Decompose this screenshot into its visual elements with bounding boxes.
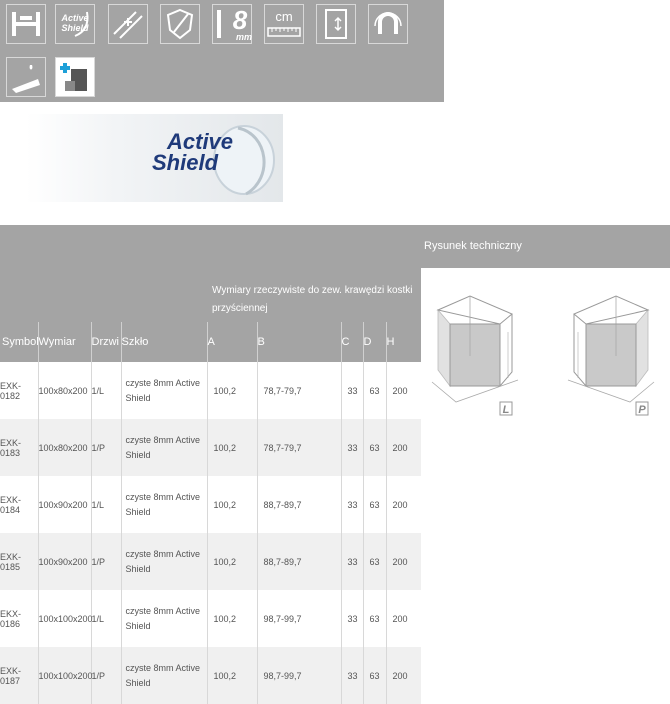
- logo-text-line2: Shield: [152, 150, 219, 175]
- cell-h: 200: [385, 590, 422, 647]
- cell-a: 100,2: [206, 419, 257, 476]
- cell-wymiar: 100x90x200: [37, 476, 91, 533]
- cell-wymiar: 100x80x200: [37, 419, 91, 476]
- cell-szklo: czyste 8mm Active Shield: [120, 533, 207, 590]
- drawing-right-tag: P: [638, 404, 646, 416]
- cell-drzwi: 1/L: [90, 362, 121, 419]
- cell-szklo: czyste 8mm Active Shield: [120, 476, 207, 533]
- cell-szklo: czyste 8mm Active Shield: [120, 647, 207, 704]
- table-row: EXK-0185 100x90x200 1/P czyste 8mm Activ…: [0, 533, 422, 590]
- cell-drzwi: 1/L: [90, 476, 121, 533]
- cell-h: 200: [385, 362, 422, 419]
- col-a: A: [206, 322, 257, 362]
- door-icon: [316, 4, 356, 44]
- cell-h: 200: [385, 647, 422, 704]
- col-c: C: [340, 322, 363, 362]
- cell-wymiar: 100x100x200: [37, 590, 93, 647]
- cell-d: 63: [362, 590, 386, 647]
- cell-a: 100,2: [206, 533, 257, 590]
- cell-d: 63: [362, 362, 386, 419]
- cell-symbol: EKX-0186: [0, 608, 22, 629]
- cell-h: 200: [385, 533, 422, 590]
- mm8-text: 8: [232, 5, 248, 35]
- table-row: EXK-0183 100x80x200 1/P czyste 8mm Activ…: [0, 419, 422, 476]
- active-shield-icon-text-2: Shield: [61, 23, 89, 33]
- cell-symbol: EXK-0183: [0, 419, 38, 476]
- col-drzwi: Drzwi: [90, 322, 121, 362]
- cell-d: 63: [362, 476, 386, 533]
- active-shield-logo: Active Shield: [26, 114, 283, 202]
- active-shield-icon: Active Shield: [55, 4, 95, 44]
- col-d: D: [362, 322, 386, 362]
- table-row: EXK-0182 100x80x200 1/L czyste 8mm Activ…: [0, 362, 422, 419]
- table-row: EKX-0186 100x100x200 1/L czyste 8mm Acti…: [0, 590, 422, 647]
- cell-szklo: czyste 8mm Active Shield: [120, 419, 207, 476]
- cell-c: 33: [340, 647, 363, 704]
- profile-icon: [6, 4, 46, 44]
- glass-panel-icon: [108, 4, 148, 44]
- cell-a: 100,2: [206, 476, 257, 533]
- cell-szklo: czyste 8mm Active Shield: [120, 362, 207, 419]
- mixing-icon: [55, 57, 95, 97]
- cell-a: 100,2: [206, 590, 257, 647]
- table-row: EXK-0187 100x100x200 1/P czyste 8mm Acti…: [0, 647, 422, 704]
- table-row: EXK-0184 100x90x200 1/L czyste 8mm Activ…: [0, 476, 422, 533]
- col-szklo: Szkło: [120, 322, 207, 362]
- table-header-row: Symbol Wymiar Drzwi Szkło A B C D H: [0, 322, 422, 362]
- col-wymiar: Wymiar: [37, 322, 91, 362]
- cell-b: 88,7-89,7: [256, 533, 341, 590]
- cell-symbol: EXK-0187: [0, 647, 38, 704]
- cell-d: 63: [362, 647, 386, 704]
- cell-a: 100,2: [206, 362, 257, 419]
- header-dimensions: Wymiary rzeczywiste do zew. krawędzi kos…: [207, 225, 422, 322]
- cell-c: 33: [340, 362, 363, 419]
- shield-icon: [160, 4, 200, 44]
- col-symbol: Symbol: [0, 322, 39, 362]
- cleaning-icon: [6, 57, 46, 97]
- active-shield-icon-text-1: Active: [61, 13, 89, 23]
- cm-ruler-icon: cm: [264, 4, 304, 44]
- cell-d: 63: [362, 533, 386, 590]
- cell-b: 98,7-99,7: [256, 590, 341, 647]
- cell-h: 200: [385, 476, 422, 533]
- technical-drawing-left: L: [431, 295, 519, 416]
- cell-symbol: EXK-0185: [0, 533, 38, 590]
- glass-8mm-icon: 8 mm: [212, 4, 252, 44]
- cell-b: 88,7-89,7: [256, 476, 341, 533]
- cell-szklo: czyste 8mm Active Shield: [120, 590, 207, 647]
- cell-symbol: EXK-0184: [0, 494, 22, 515]
- cell-d: 63: [362, 419, 386, 476]
- feature-icon-bar: Active Shield 8 mm cm: [0, 0, 444, 102]
- cm-text: cm: [275, 9, 293, 24]
- cell-c: 33: [340, 590, 363, 647]
- cell-wymiar: 100x80x200: [37, 362, 91, 419]
- technical-drawing-right: P: [567, 295, 655, 416]
- cell-drzwi: 1/P: [90, 647, 121, 704]
- mm-text: mm: [235, 32, 252, 42]
- cell-b: 78,7-79,7: [256, 362, 341, 419]
- cell-b: 98,7-99,7: [256, 647, 341, 704]
- cell-c: 33: [340, 533, 363, 590]
- magnet-icon: [368, 4, 408, 44]
- cell-b: 78,7-79,7: [256, 419, 341, 476]
- cell-drzwi: 1/L: [90, 590, 121, 647]
- col-h: H: [385, 322, 422, 362]
- cell-c: 33: [340, 476, 363, 533]
- cell-drzwi: 1/P: [90, 533, 121, 590]
- drawing-title: Rysunek techniczny: [421, 225, 670, 268]
- spec-table: Wymiary rzeczywiste do zew. krawędzi kos…: [0, 225, 422, 704]
- cell-c: 33: [340, 419, 363, 476]
- cell-a: 100,2: [206, 647, 257, 704]
- cell-wymiar: 100x100x200: [37, 647, 93, 704]
- header-spacer: [0, 225, 207, 322]
- cell-h: 200: [385, 419, 422, 476]
- drawing-left-tag: L: [503, 404, 510, 416]
- cell-symbol: EXK-0182: [0, 380, 22, 401]
- col-b: B: [256, 322, 341, 362]
- cell-drzwi: 1/P: [90, 419, 121, 476]
- cell-wymiar: 100x90x200: [37, 533, 91, 590]
